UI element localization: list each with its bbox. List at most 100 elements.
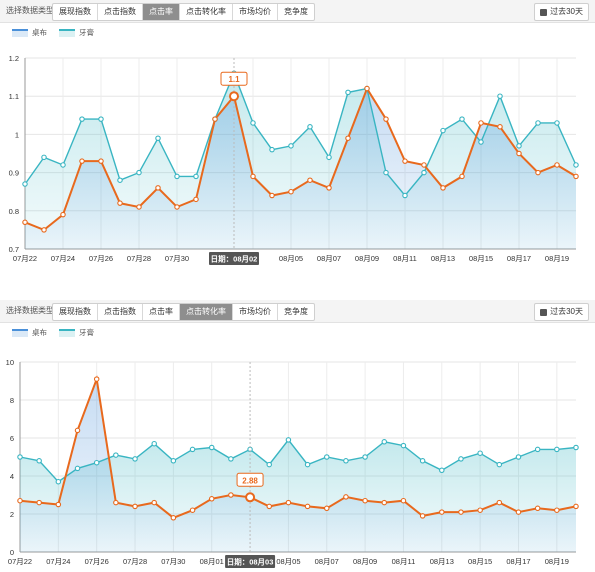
y-tick-label: 0.9 bbox=[9, 169, 19, 178]
x-tick-label: 07月22 bbox=[8, 557, 32, 566]
data-point-series-a bbox=[343, 458, 349, 464]
data-point-series-a bbox=[117, 177, 123, 183]
data-point-series-a bbox=[193, 173, 199, 180]
data-point-series-a bbox=[136, 169, 142, 176]
data-point-series-a bbox=[22, 181, 28, 187]
y-tick-label: 2 bbox=[10, 510, 14, 519]
data-point-series-b bbox=[324, 505, 330, 512]
line-chart-click-rate: 0.7 0.8 0.9 1 1.1 1.2 07月22 07月24 07月26 07月28 07月3… bbox=[9, 54, 579, 265]
data-point-series-b bbox=[266, 503, 272, 510]
data-point-series-a bbox=[440, 127, 446, 134]
data-point-series-b bbox=[74, 427, 81, 434]
data-point-series-a bbox=[288, 143, 294, 149]
data-point-series-a bbox=[419, 458, 426, 464]
x-tick-label: 08月11 bbox=[393, 254, 417, 263]
y-tick-label: 8 bbox=[10, 396, 14, 405]
data-point-series-b bbox=[307, 177, 313, 183]
data-point-series-a bbox=[400, 442, 407, 449]
data-point-series-a bbox=[459, 116, 465, 122]
y-tick-label: 0.7 bbox=[9, 245, 19, 254]
data-point-series-a bbox=[573, 162, 579, 168]
data-point-series-b bbox=[477, 507, 483, 513]
data-point-series-b bbox=[515, 509, 522, 515]
value-tooltip-text: 2.88 bbox=[242, 476, 258, 485]
data-point-series-a bbox=[98, 116, 104, 122]
data-point-series-a bbox=[573, 444, 579, 451]
data-point-series-a bbox=[496, 461, 503, 468]
data-point-series-b bbox=[174, 204, 180, 210]
data-point-series-a bbox=[285, 437, 292, 443]
data-point-series-b bbox=[402, 158, 408, 164]
data-point-series-a bbox=[362, 454, 368, 460]
data-point-series-a bbox=[304, 461, 311, 468]
x-tick-label: 08月09 bbox=[353, 557, 377, 566]
data-point-series-a bbox=[497, 93, 503, 99]
x-tick-label: 08月01 bbox=[200, 557, 224, 566]
x-tick-label: 07月28 bbox=[123, 557, 147, 566]
data-point-series-a bbox=[113, 452, 119, 458]
data-point-series-a bbox=[554, 446, 560, 453]
data-point-series-a bbox=[269, 146, 275, 153]
data-point-series-b bbox=[193, 196, 199, 203]
data-point-series-b bbox=[269, 192, 275, 199]
data-point-series-b bbox=[41, 227, 47, 233]
data-point-series-b bbox=[228, 492, 234, 498]
data-point-series-a bbox=[174, 173, 180, 180]
data-point-series-b bbox=[60, 211, 66, 218]
x-tick-label: 07月30 bbox=[165, 254, 189, 263]
x-tick-label: 07月30 bbox=[161, 557, 185, 566]
data-point-series-b bbox=[516, 150, 522, 157]
data-point-series-a bbox=[151, 440, 157, 447]
data-point-series-a bbox=[421, 169, 427, 176]
data-point-series-a bbox=[155, 135, 161, 141]
data-point-series-b bbox=[189, 507, 196, 513]
x-tick-label: 08月15 bbox=[469, 254, 493, 263]
data-point-series-b bbox=[132, 503, 138, 510]
data-point-series-b bbox=[151, 499, 157, 506]
data-point-series-a bbox=[477, 450, 483, 456]
data-point-series-b bbox=[136, 204, 142, 210]
data-point-series-b bbox=[288, 188, 294, 195]
data-point-series-b bbox=[208, 496, 215, 502]
data-point-series-a bbox=[324, 454, 330, 460]
data-point-series-a bbox=[79, 116, 85, 122]
highlight-point bbox=[245, 492, 256, 503]
data-point-series-a bbox=[36, 458, 42, 464]
data-point-series-a bbox=[402, 192, 408, 199]
data-point-series-a bbox=[458, 456, 464, 462]
data-point-series-b bbox=[421, 162, 427, 168]
data-point-series-b bbox=[212, 116, 218, 122]
y-tick-label: 10 bbox=[6, 358, 14, 367]
data-point-series-a bbox=[228, 456, 234, 462]
data-point-series-b bbox=[117, 200, 123, 206]
data-point-series-b bbox=[419, 513, 426, 519]
x-tick-label: 07月28 bbox=[127, 254, 151, 263]
value-tooltip-text: 1.1 bbox=[228, 75, 240, 84]
data-point-series-b bbox=[113, 499, 119, 506]
data-point-series-b bbox=[170, 515, 177, 521]
y-tick-label: 6 bbox=[10, 434, 14, 443]
data-point-series-b bbox=[535, 169, 541, 176]
data-point-series-b bbox=[496, 499, 503, 506]
data-point-series-a bbox=[250, 120, 256, 126]
data-point-series-a bbox=[326, 154, 332, 161]
data-point-series-a bbox=[132, 456, 138, 462]
y-tick-label: 1.1 bbox=[9, 92, 19, 101]
data-point-series-b bbox=[554, 507, 560, 513]
x-tick-label: 08月07 bbox=[317, 254, 341, 263]
x-tick-label: 08月17 bbox=[507, 254, 531, 263]
data-point-series-a bbox=[381, 439, 388, 445]
data-point-series-b bbox=[250, 173, 256, 180]
x-tick-label: 07月24 bbox=[51, 254, 75, 263]
data-point-series-b bbox=[55, 501, 62, 508]
data-point-series-b bbox=[326, 185, 332, 191]
x-tick-label: 07月22 bbox=[13, 254, 37, 263]
data-point-series-b bbox=[364, 85, 370, 92]
x-tick-label: 08月19 bbox=[545, 254, 569, 263]
data-point-series-a bbox=[208, 444, 215, 451]
data-point-series-b bbox=[285, 499, 292, 506]
x-tick-label: 08月17 bbox=[506, 557, 530, 566]
data-point-series-a bbox=[189, 446, 196, 453]
data-point-series-a bbox=[439, 467, 445, 474]
x-tick-label: 08月13 bbox=[431, 254, 455, 263]
